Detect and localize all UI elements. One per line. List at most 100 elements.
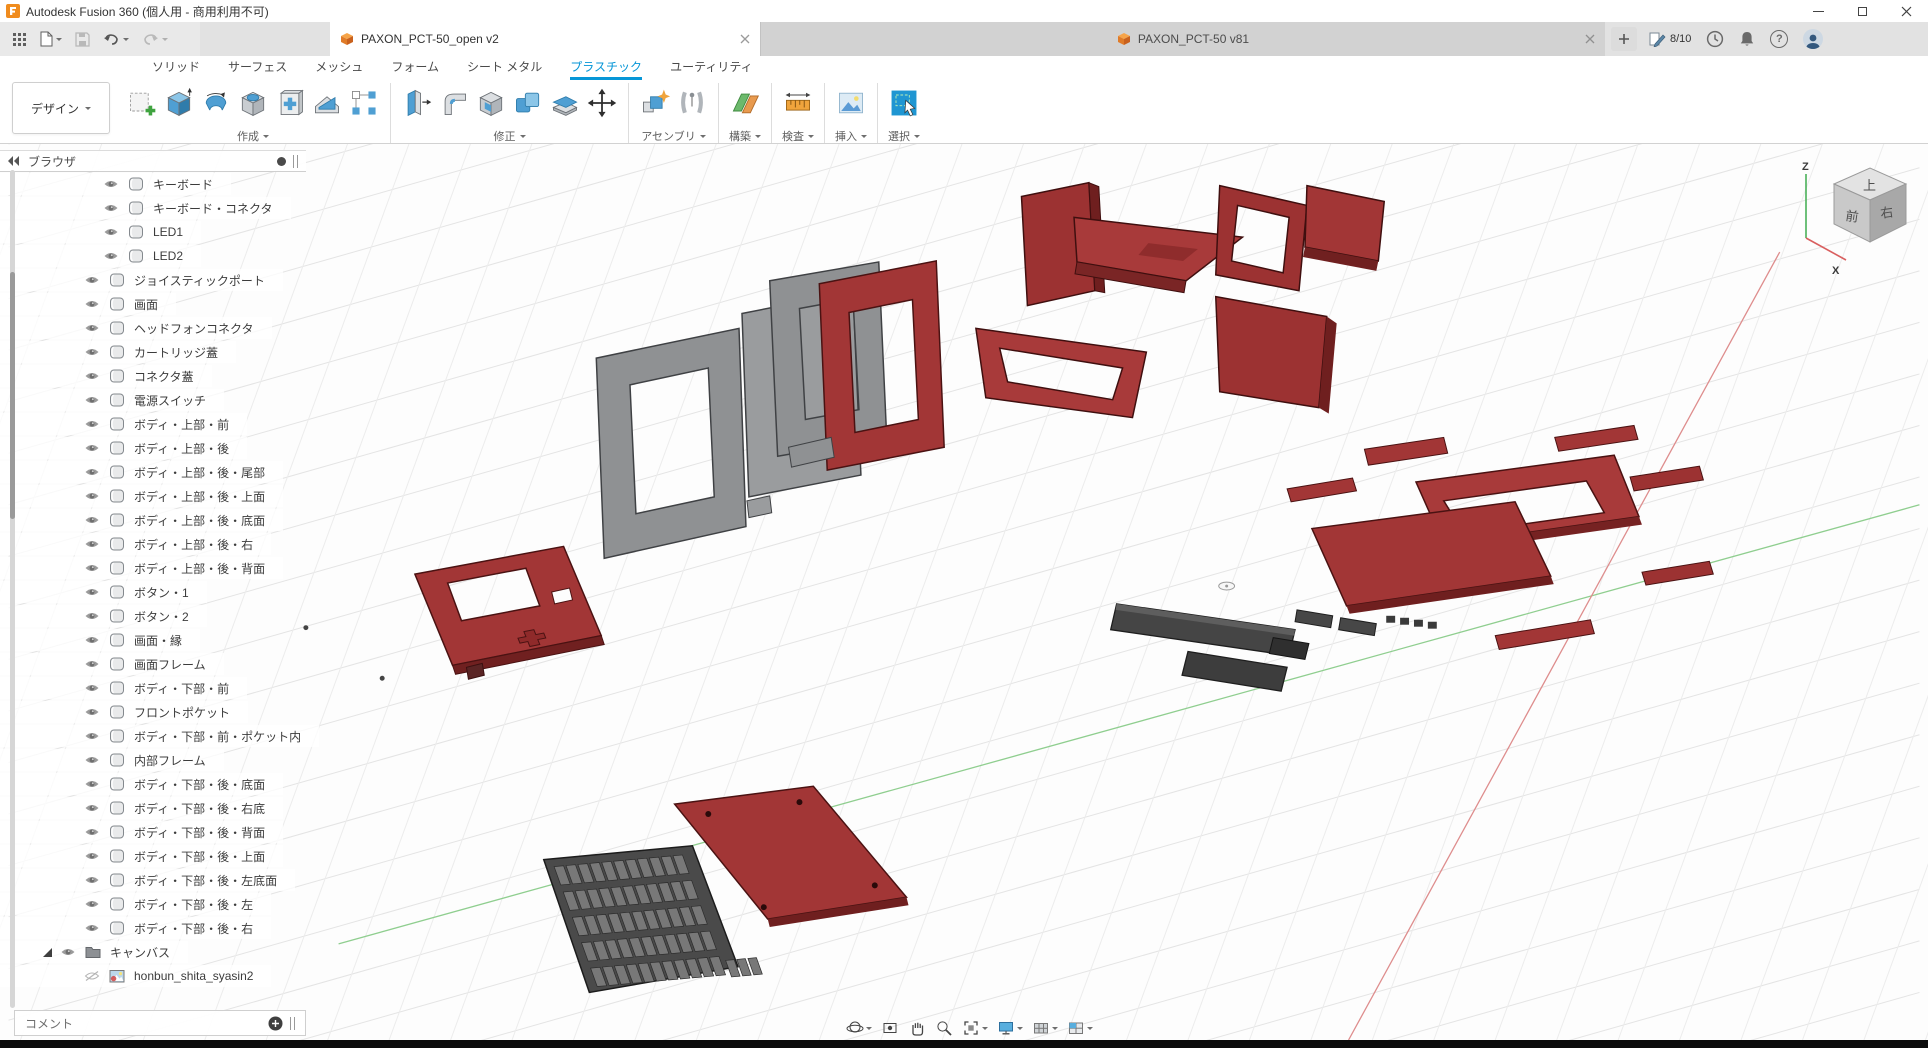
visibility-eye-icon[interactable]	[103, 250, 119, 262]
activity-clock-icon[interactable]	[1706, 30, 1724, 48]
visibility-eye-icon[interactable]	[84, 778, 100, 790]
cube-face-right[interactable]: 右	[1879, 204, 1894, 221]
model-rear-shell-parts[interactable]	[976, 183, 1384, 418]
extrude-icon[interactable]	[162, 86, 196, 120]
new-component-icon[interactable]	[638, 86, 672, 120]
ribbon-tab[interactable]: ユーティリティ	[670, 58, 753, 80]
comment-bar-grip[interactable]	[290, 1017, 295, 1030]
collapse-panel-icon[interactable]	[8, 156, 20, 166]
browser-item[interactable]: ボディ・上部・後・上面	[0, 485, 283, 507]
close-button[interactable]	[1884, 0, 1928, 22]
web-icon[interactable]	[273, 86, 307, 120]
scrollbar-thumb[interactable]	[10, 272, 15, 519]
joint-icon[interactable]	[675, 86, 709, 120]
visibility-eye-icon[interactable]	[103, 202, 119, 214]
browser-item[interactable]: 画面フレーム	[0, 653, 224, 675]
zoom-icon[interactable]	[935, 1019, 953, 1037]
notifications-bell-icon[interactable]	[1739, 30, 1755, 48]
revolve-icon[interactable]	[199, 86, 233, 120]
pattern-icon[interactable]	[347, 86, 381, 120]
browser-item[interactable]: honbun_shita_syasin2	[0, 965, 271, 987]
workspace-selector[interactable]: デザイン	[12, 82, 110, 134]
expander-icon[interactable]	[43, 948, 52, 957]
browser-item[interactable]: ボディ・下部・後・左底面	[0, 869, 295, 891]
app-grid-icon[interactable]	[12, 32, 27, 47]
create-sketch-icon[interactable]	[125, 86, 159, 120]
ribbon-tab[interactable]: ソリッド	[152, 58, 200, 80]
browser-item[interactable]: LED2	[0, 245, 201, 267]
browser-item[interactable]: ボディ・上部・後・右	[0, 533, 271, 555]
model-circuit-boards[interactable]	[1111, 604, 1437, 691]
browser-item[interactable]: ボディ・下部・後・右	[0, 917, 271, 939]
ribbon-tab[interactable]: フォーム	[391, 58, 439, 80]
visibility-eye-icon[interactable]	[84, 850, 100, 862]
cube-face-front[interactable]: 前	[1845, 208, 1860, 225]
visibility-eye-icon[interactable]	[84, 442, 100, 454]
model-front-shell[interactable]	[303, 546, 604, 680]
ribbon-tab[interactable]: サーフェス	[228, 58, 287, 80]
visibility-eye-icon[interactable]	[103, 178, 119, 190]
browser-item[interactable]: キーボード	[0, 173, 231, 195]
visibility-eye-icon[interactable]	[103, 226, 119, 238]
visibility-eye-icon[interactable]	[84, 418, 100, 430]
ribbon-tab[interactable]: シート メタル	[467, 58, 542, 80]
shell-icon[interactable]	[474, 86, 508, 120]
construction-plane-icon[interactable]	[728, 86, 762, 120]
add-comment-icon[interactable]	[268, 1016, 283, 1031]
browser-item[interactable]: ヘッドフォンコネクタ	[0, 317, 272, 339]
combine-icon[interactable]	[511, 86, 545, 120]
browser-item[interactable]: ボディ・上部・後・尾部	[0, 461, 283, 483]
browser-item[interactable]: 電源スイッチ	[0, 389, 224, 411]
measure-icon[interactable]	[781, 86, 815, 120]
browser-item[interactable]: キーボード・コネクタ	[0, 197, 291, 219]
viewports-icon[interactable]	[1067, 1019, 1093, 1037]
visibility-eye-icon[interactable]	[84, 322, 100, 334]
browser-item[interactable]: 画面・縁	[0, 629, 200, 651]
visibility-eye-icon[interactable]	[84, 706, 100, 718]
panel-grip[interactable]	[293, 155, 298, 168]
ribbon-group-label[interactable]: 選択	[888, 128, 920, 144]
help-icon[interactable]: ?	[1770, 30, 1788, 48]
browser-item[interactable]: 内部フレーム	[0, 749, 224, 771]
ribbon-tab[interactable]: プラスチック	[570, 58, 642, 80]
browser-item[interactable]: カートリッジ蓋	[0, 341, 236, 363]
visibility-eye-icon[interactable]	[84, 922, 100, 934]
visibility-eye-icon[interactable]	[84, 802, 100, 814]
comment-input[interactable]: コメント	[14, 1010, 306, 1036]
ribbon-group-label[interactable]: 検査	[782, 128, 814, 144]
visibility-eye-icon[interactable]	[84, 754, 100, 766]
browser-item[interactable]: ボディ・下部・後・背面	[0, 821, 283, 843]
browser-item[interactable]: フロントポケット	[0, 701, 248, 723]
visibility-eye-icon[interactable]	[84, 394, 100, 406]
browser-item[interactable]: ボディ・下部・後・底面	[0, 773, 283, 795]
cube-face-top[interactable]: 上	[1863, 178, 1876, 193]
fit-icon[interactable]	[962, 1019, 988, 1037]
close-tab-icon[interactable]	[740, 34, 750, 44]
undo-icon[interactable]	[103, 32, 129, 46]
browser-item[interactable]: ボディ・下部・後・上面	[0, 845, 283, 867]
visibility-eye-icon[interactable]	[84, 370, 100, 382]
visibility-eye-icon[interactable]	[84, 298, 100, 310]
layout-grid-icon[interactable]	[1032, 1019, 1058, 1037]
close-tab-icon[interactable]	[1585, 34, 1595, 44]
visibility-eye-icon[interactable]	[84, 658, 100, 670]
document-tab[interactable]: PAXON_PCT-50 v81	[760, 22, 1605, 56]
visibility-eye-icon[interactable]	[84, 490, 100, 502]
visibility-eye-icon[interactable]	[84, 514, 100, 526]
visibility-eye-icon[interactable]	[84, 898, 100, 910]
split-body-icon[interactable]	[548, 86, 582, 120]
save-icon[interactable]	[75, 32, 90, 47]
visibility-eye-icon[interactable]	[84, 586, 100, 598]
document-tab[interactable]: PAXON_PCT-50_open v2	[330, 22, 760, 56]
look-at-icon[interactable]	[881, 1019, 899, 1037]
browser-item[interactable]: ボディ・下部・前・ポケット内	[0, 725, 319, 747]
visibility-eye-icon[interactable]	[84, 274, 100, 286]
job-status[interactable]: 8/10	[1649, 31, 1691, 47]
move-copy-icon[interactable]	[585, 86, 619, 120]
visibility-eye-icon[interactable]	[84, 826, 100, 838]
visibility-eye-icon[interactable]	[84, 538, 100, 550]
browser-panel-header[interactable]: ブラウザ	[0, 150, 306, 172]
visibility-eye-icon[interactable]	[84, 562, 100, 574]
browser-item[interactable]: ボタン・1	[0, 581, 207, 603]
minimize-button[interactable]	[1796, 0, 1840, 22]
